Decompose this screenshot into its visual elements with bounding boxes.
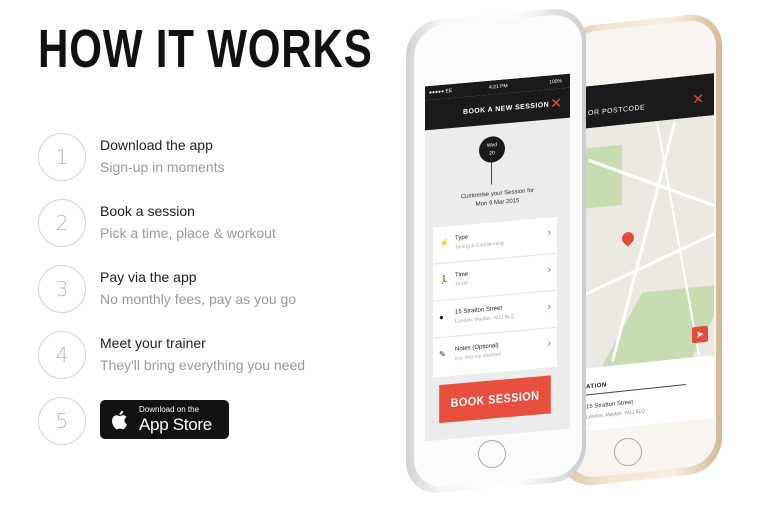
step-5: 5 Download on the App Store [38, 397, 368, 447]
map-title: OR POSTCODE [588, 104, 646, 118]
home-button [614, 438, 642, 466]
lightning-icon: ⚡ [439, 238, 449, 249]
step-subtitle: Pick a time, place & workout [100, 225, 276, 241]
status-battery: 100% [549, 78, 562, 86]
step-number-circle: 3 [38, 265, 86, 313]
customise-text: Customise your Session for Mon 9 Mar 201… [425, 184, 570, 215]
map-park [582, 144, 622, 209]
map-footer-label: ATION [586, 382, 607, 391]
date-stem [491, 162, 492, 185]
navigate-arrow-icon[interactable]: ➤ [692, 325, 708, 344]
home-button [478, 440, 506, 468]
chevron-right-icon: › [547, 227, 551, 239]
status-carrier: ●●●●● EE [429, 87, 453, 96]
step-title: Download the app [100, 137, 213, 153]
screen-title: BOOK A NEW SESSION [463, 101, 550, 117]
date-badge[interactable]: Wed 20 [479, 135, 505, 164]
session-options-card: ⚡ Type Toning & Conditioning › 🏃 Time 14… [433, 216, 557, 378]
status-time: 4:21 PM [489, 83, 508, 91]
page-title: HOW IT WORKS [38, 19, 373, 79]
step-number-circle: 1 [38, 133, 86, 181]
location-pin-icon: ● [439, 312, 444, 323]
step-subtitle: They'll bring everything you need [100, 357, 306, 373]
close-icon[interactable]: ✕ [550, 94, 562, 112]
app-store-small-label: Download on the [139, 405, 200, 414]
app-store-big-label: App Store [139, 415, 212, 434]
step-title: Book a session [100, 203, 195, 219]
step-3: 3 Pay via the app No monthly fees, pay a… [38, 265, 368, 315]
date-number: 20 [489, 150, 495, 157]
step-number-circle: 4 [38, 331, 86, 379]
phone-front-screen: ●●●●● EE 4:21 PM 100% BOOK A NEW SESSION… [425, 73, 570, 442]
option-label: Notes (Optional) [455, 342, 499, 353]
map[interactable]: ➤ [582, 115, 714, 369]
phone-back-screen: OR POSTCODE ✕ ➤ ATION 15 Stratton Street… [582, 73, 714, 432]
chevron-right-icon: › [547, 338, 551, 350]
option-value: e.g. ring top doorbell [455, 351, 501, 362]
step-subtitle: Sign-up in moments [100, 159, 225, 175]
step-1: 1 Download the app Sign-up in moments [38, 133, 368, 183]
step-number-circle: 2 [38, 199, 86, 247]
map-footer-street: 15 Stratton Street [586, 399, 634, 411]
location-pin-icon [619, 229, 637, 247]
chevron-right-icon: › [547, 264, 551, 276]
book-session-button[interactable]: BOOK SESSION [439, 375, 551, 424]
step-2: 2 Book a session Pick a time, place & wo… [38, 199, 368, 249]
step-subtitle: No monthly fees, pay as you go [100, 291, 297, 307]
app-store-button[interactable]: Download on the App Store [100, 400, 229, 439]
option-value: 14:00 [455, 280, 468, 288]
chevron-right-icon: › [547, 301, 551, 313]
apple-icon [112, 410, 127, 429]
close-icon[interactable]: ✕ [692, 90, 704, 108]
step-title: Meet your trainer [100, 335, 206, 351]
option-label: Time [455, 271, 469, 279]
option-value: London, Mayfair, W1J 8LQ [455, 313, 515, 325]
pencil-icon: ✎ [439, 349, 446, 360]
map-footer-area: London, Mayfair, W1J 8LQ [586, 408, 646, 421]
step-number-circle: 5 [38, 397, 86, 445]
option-value: Toning & Conditioning [455, 240, 504, 251]
runner-icon: 🏃 [439, 275, 449, 286]
step-title: Pay via the app [100, 269, 197, 285]
step-4: 4 Meet your trainer They'll bring everyt… [38, 331, 368, 381]
option-label: Type [455, 234, 469, 242]
